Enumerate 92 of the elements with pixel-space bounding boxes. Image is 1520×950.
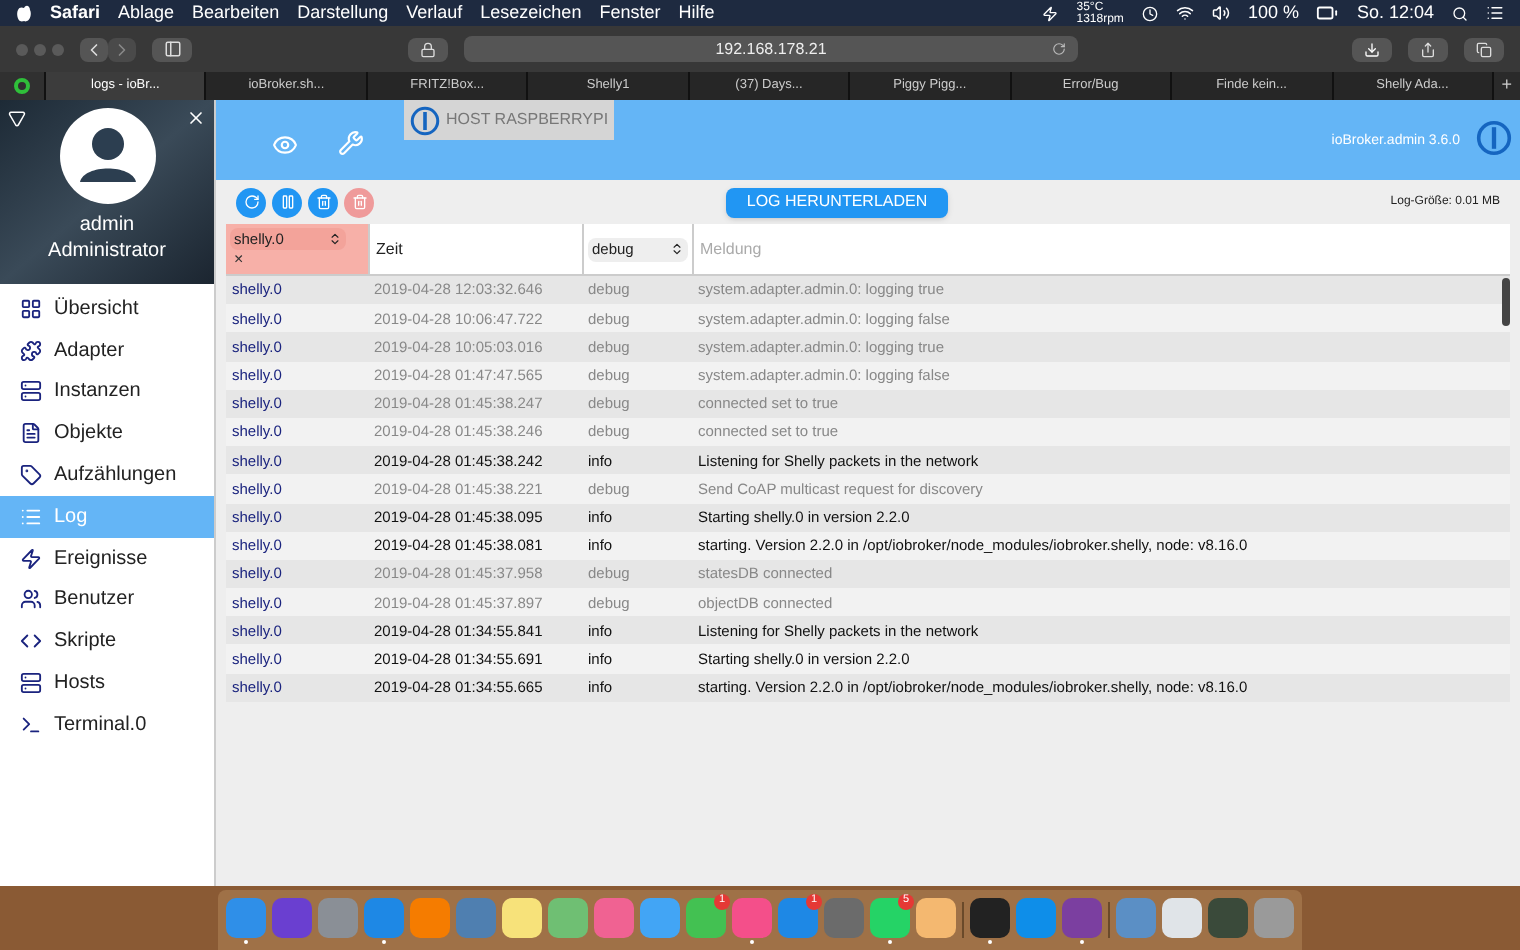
- running-indicator: [1080, 939, 1084, 943]
- refresh-icon: [243, 194, 259, 210]
- app-icon[interactable]: [1208, 897, 1248, 937]
- share-button[interactable]: [1408, 37, 1448, 61]
- menu-item[interactable]: Bearbeiten: [192, 0, 280, 27]
- nav-item[interactable]: Benutzer: [0, 579, 214, 621]
- dropdown-icon[interactable]: [8, 110, 26, 128]
- app-icon[interactable]: [970, 897, 1010, 937]
- nav-item[interactable]: Instanzen: [0, 371, 214, 413]
- user-role: Administrator: [48, 238, 166, 264]
- app-icon[interactable]: [502, 897, 542, 937]
- app-menu[interactable]: Safari: [50, 0, 101, 27]
- running-indicator: [750, 939, 754, 943]
- clock-icon[interactable]: [1141, 5, 1158, 21]
- nav-item[interactable]: Hosts: [0, 662, 214, 704]
- battery-icon[interactable]: [1316, 2, 1339, 24]
- tabs-icon: [1476, 41, 1492, 57]
- close-icon[interactable]: [186, 108, 206, 128]
- server-icon: [20, 380, 42, 403]
- grid-icon: [20, 297, 42, 320]
- select-arrows-icon: [328, 232, 342, 246]
- volume-icon[interactable]: [1211, 4, 1230, 22]
- iobroker-logo: [410, 105, 440, 135]
- clear-filter-button[interactable]: ×: [234, 250, 364, 270]
- nav-item[interactable]: Terminal.0: [0, 703, 214, 746]
- delete-button[interactable]: [308, 187, 338, 217]
- lock-icon: [420, 41, 436, 57]
- battery-percent: 100 %: [1247, 0, 1299, 26]
- back-button[interactable]: [80, 37, 108, 61]
- trash-icon: [315, 194, 331, 210]
- app-icon[interactable]: [686, 897, 726, 937]
- refresh-button[interactable]: [236, 187, 266, 217]
- avatar-icon: [59, 108, 155, 204]
- wrench-icon[interactable]: [338, 130, 364, 156]
- reload-icon[interactable]: [1052, 42, 1066, 56]
- tag-icon: [20, 464, 42, 487]
- app-icon[interactable]: [640, 897, 680, 937]
- app-icon[interactable]: [916, 897, 956, 937]
- server-icon: [20, 672, 42, 695]
- nav-item[interactable]: Skripte: [0, 620, 214, 663]
- tabs-button[interactable]: [1464, 37, 1504, 61]
- app-icon[interactable]: [548, 897, 588, 937]
- list-icon[interactable]: [1486, 4, 1504, 22]
- running-indicator: [244, 939, 248, 943]
- sidebar-button[interactable]: [152, 37, 192, 61]
- clock[interactable]: So. 12:04: [1356, 0, 1434, 27]
- sidebar-icon: [163, 40, 181, 58]
- menu-item[interactable]: Fenster: [599, 0, 661, 27]
- terminal-icon: [20, 713, 42, 736]
- iobroker-logo: [1476, 120, 1512, 156]
- document-icon: [20, 422, 42, 445]
- running-indicator: [888, 939, 892, 943]
- code-icon: [20, 630, 42, 653]
- wifi-icon[interactable]: [1175, 4, 1194, 22]
- address-field[interactable]: 192.168.178.21: [464, 36, 1078, 62]
- menu-item[interactable]: Hilfe: [678, 0, 715, 27]
- nav-item[interactable]: Übersicht: [0, 288, 214, 330]
- download-icon: [1364, 41, 1380, 57]
- pinned-tab[interactable]: [0, 72, 44, 100]
- pause-icon: [279, 194, 295, 210]
- menu-item[interactable]: Darstellung: [297, 0, 389, 27]
- list-icon: [20, 505, 42, 528]
- nav-item[interactable]: Ereignisse: [0, 537, 214, 580]
- search-icon[interactable]: [1452, 5, 1468, 21]
- select-arrows-icon: [670, 242, 684, 256]
- message-filter-input[interactable]: Meldung: [700, 237, 1504, 261]
- app-icon[interactable]: [870, 897, 910, 937]
- menu-item[interactable]: Verlauf: [406, 0, 463, 27]
- nav-item[interactable]: Aufzählungen: [0, 454, 214, 496]
- app-icon[interactable]: [1162, 897, 1202, 937]
- host-label: HOST RASPBERRYPI: [404, 100, 615, 140]
- puzzle-icon: [20, 339, 42, 362]
- app-icon[interactable]: [1062, 897, 1102, 937]
- clear-button[interactable]: [344, 187, 374, 217]
- time-header: Zeit: [368, 224, 582, 274]
- menu-item[interactable]: Lesezeichen: [480, 0, 582, 27]
- apple-icon[interactable]: [16, 4, 32, 22]
- menu-item[interactable]: Ablage: [118, 0, 175, 27]
- users-icon: [20, 588, 42, 611]
- nav-item[interactable]: Adapter: [0, 329, 214, 372]
- privacy-button[interactable]: [408, 37, 448, 61]
- pause-button[interactable]: [272, 187, 302, 217]
- running-indicator: [382, 939, 386, 943]
- share-icon: [1420, 41, 1436, 57]
- lightning-icon: [20, 547, 42, 570]
- download-button[interactable]: [1352, 37, 1392, 61]
- user-name: admin: [79, 214, 135, 238]
- nav-item[interactable]: Objekte: [0, 412, 214, 455]
- trash-icon: [351, 194, 367, 210]
- eye-icon[interactable]: [272, 132, 298, 158]
- scrollbar[interactable]: [1502, 278, 1510, 326]
- running-indicator: [988, 939, 992, 943]
